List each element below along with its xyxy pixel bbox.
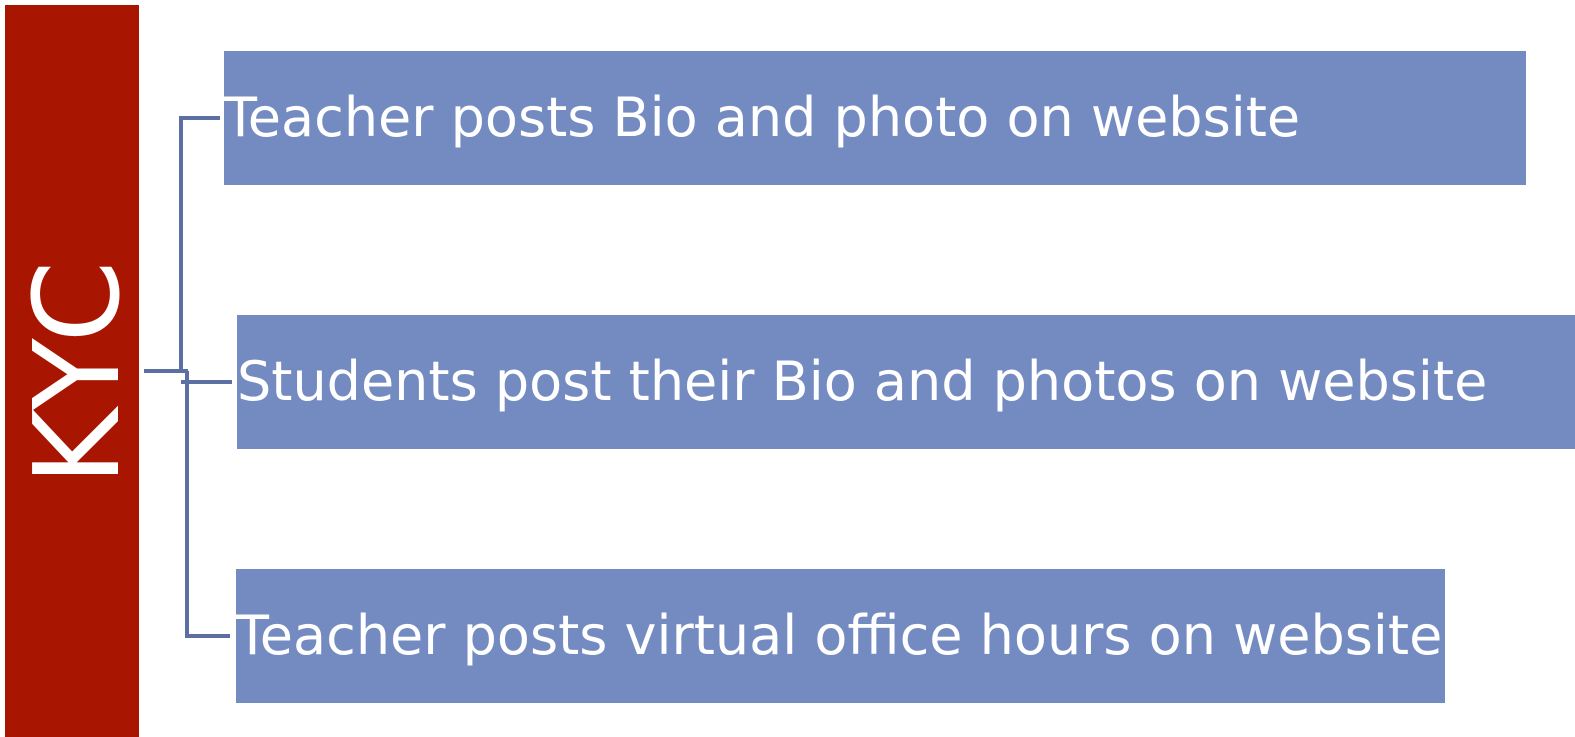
branch-node-1: Teacher posts Bio and photo on website <box>224 51 1526 185</box>
branch-label: Students post their Bio and photos on we… <box>237 350 1488 413</box>
root-node: KYC <box>5 5 146 737</box>
root-label: KYC <box>8 258 146 486</box>
branch-label: Teacher posts virtual office hours on we… <box>236 604 1443 667</box>
branch-label: Teacher posts Bio and photo on website <box>224 86 1301 149</box>
connector-branch-1 <box>179 116 220 371</box>
branch-node-2: Students post their Bio and photos on we… <box>237 315 1575 449</box>
connector-branch-3 <box>185 371 230 638</box>
branch-node-3: Teacher posts virtual office hours on we… <box>236 569 1445 703</box>
